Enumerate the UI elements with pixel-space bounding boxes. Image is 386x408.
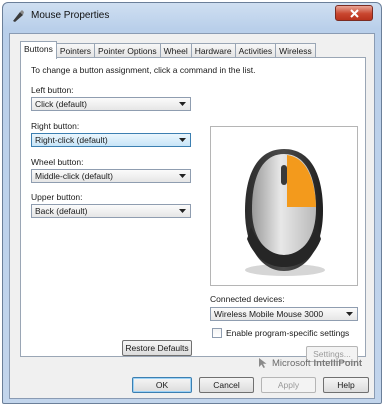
program-specific-checkbox[interactable] xyxy=(212,328,222,338)
brand-company: Microsoft xyxy=(272,357,311,369)
connected-devices-value: Wireless Mobile Mouse 3000 xyxy=(214,309,324,319)
tab-pointers[interactable]: Pointers xyxy=(55,43,96,58)
wheel-button-label: Wheel button: xyxy=(31,157,84,167)
ok-button[interactable]: OK xyxy=(132,377,192,393)
mouse-preview-box xyxy=(210,126,358,286)
intellipoint-cursor-icon xyxy=(259,358,267,368)
mouse-pointer-icon xyxy=(11,9,25,23)
tab-wireless[interactable]: Wireless xyxy=(275,43,316,58)
program-specific-label: Enable program-specific settings xyxy=(226,328,350,338)
tab-hardware[interactable]: Hardware xyxy=(190,43,236,58)
wheel-button-value: Middle-click (default) xyxy=(35,171,113,181)
wheel-button-dropdown[interactable]: Middle-click (default) xyxy=(31,169,191,183)
close-icon xyxy=(350,9,359,18)
tab-pointer-options[interactable]: Pointer Options xyxy=(94,43,161,58)
intellipoint-brand: Microsoft IntelliPoint xyxy=(258,356,362,370)
title-bar: Mouse Properties xyxy=(3,3,381,29)
upper-button-label: Upper button: xyxy=(31,192,83,202)
connected-devices-dropdown[interactable]: Wireless Mobile Mouse 3000 xyxy=(210,307,358,321)
window-title: Mouse Properties xyxy=(31,10,110,21)
left-button-dropdown[interactable]: Click (default) xyxy=(31,97,191,111)
dropdown-arrow-icon xyxy=(179,209,186,213)
connected-devices-label: Connected devices: xyxy=(210,294,285,304)
right-button-label: Right button: xyxy=(31,121,80,131)
dropdown-arrow-icon xyxy=(179,138,186,142)
dropdown-arrow-icon xyxy=(179,174,186,178)
restore-defaults-button[interactable]: Restore Defaults xyxy=(122,340,192,356)
help-button[interactable]: Help xyxy=(323,377,369,393)
right-button-value: Right-click (default) xyxy=(35,135,108,145)
tab-wheel[interactable]: Wheel xyxy=(159,43,192,58)
dropdown-arrow-icon xyxy=(346,312,353,316)
cancel-button[interactable]: Cancel xyxy=(199,377,254,393)
right-button-dropdown[interactable]: Right-click (default) xyxy=(31,133,191,147)
left-button-value: Click (default) xyxy=(35,99,87,109)
mouse-device-image xyxy=(245,149,325,276)
apply-button[interactable]: Apply xyxy=(261,377,316,393)
buttons-panel: To change a button assignment, click a c… xyxy=(20,57,366,362)
dropdown-arrow-icon xyxy=(179,102,186,106)
left-button-label: Left button: xyxy=(31,85,74,95)
brand-product: IntelliPoint xyxy=(313,357,363,369)
tab-activities[interactable]: Activities xyxy=(234,43,277,58)
dialog-client-area: Buttons Pointers Pointer Options Wheel H… xyxy=(9,33,375,399)
mouse-properties-window: Mouse Properties Buttons Pointers Pointe… xyxy=(2,2,382,404)
upper-button-value: Back (default) xyxy=(35,206,88,216)
tab-strip: Buttons Pointers Pointer Options Wheel H… xyxy=(20,41,316,59)
tab-buttons[interactable]: Buttons xyxy=(20,41,57,59)
close-button[interactable] xyxy=(335,5,373,21)
instruction-text: To change a button assignment, click a c… xyxy=(31,65,256,75)
upper-button-dropdown[interactable]: Back (default) xyxy=(31,204,191,218)
